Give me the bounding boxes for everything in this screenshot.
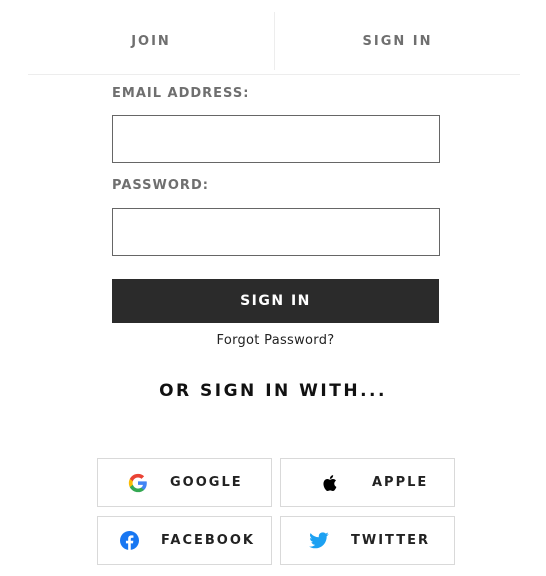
auth-tabs: JOIN SIGN IN [28, 10, 520, 75]
facebook-icon [119, 531, 139, 551]
google-sign-in-button[interactable]: GOOGLE [97, 458, 272, 507]
apple-icon [321, 473, 341, 493]
twitter-icon [309, 531, 329, 551]
email-label: EMAIL ADDRESS: [112, 86, 250, 101]
tab-sign-in[interactable]: SIGN IN [275, 10, 520, 72]
password-field[interactable] [112, 208, 440, 256]
apple-sign-in-button[interactable]: APPLE [280, 458, 455, 507]
social-sign-in-heading: OR SIGN IN WITH... [159, 381, 387, 401]
sign-in-button[interactable]: SIGN IN [112, 279, 439, 323]
twitter-label: TWITTER [351, 533, 430, 548]
facebook-sign-in-button[interactable]: FACEBOOK [97, 516, 272, 565]
email-field[interactable] [112, 115, 440, 163]
password-label: PASSWORD: [112, 178, 209, 193]
forgot-password-link[interactable]: Forgot Password? [112, 333, 439, 348]
google-label: GOOGLE [170, 475, 243, 490]
tab-join[interactable]: JOIN [28, 10, 274, 72]
facebook-label: FACEBOOK [161, 533, 255, 548]
twitter-sign-in-button[interactable]: TWITTER [280, 516, 455, 565]
google-icon [128, 473, 148, 493]
apple-label: APPLE [372, 475, 429, 490]
